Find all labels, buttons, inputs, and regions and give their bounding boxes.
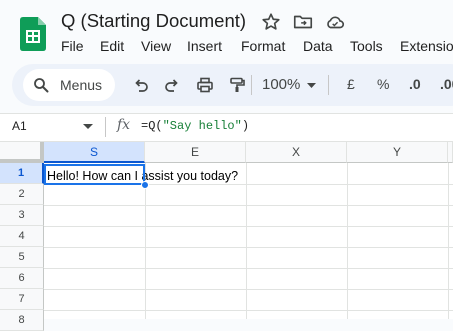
active-cell-selection[interactable] (44, 164, 145, 185)
menu-data[interactable]: Data (303, 38, 333, 54)
row-header-4[interactable]: 4 (0, 226, 44, 247)
name-box[interactable]: A1 (12, 119, 27, 133)
menu-edit[interactable]: Edit (100, 38, 124, 54)
menu-insert[interactable]: Insert (187, 38, 222, 54)
star-icon[interactable] (260, 11, 282, 33)
undo-icon[interactable] (132, 76, 150, 94)
chevron-down-icon[interactable] (307, 83, 316, 89)
grid-line (246, 163, 247, 319)
grid-line (44, 226, 453, 227)
row-header-5[interactable]: 5 (0, 247, 44, 268)
grid-line (44, 247, 453, 248)
paint-format-icon[interactable] (228, 76, 246, 94)
column-header-e[interactable]: E (145, 142, 246, 163)
toolbar-separator (328, 75, 329, 95)
grid-line (44, 268, 453, 269)
menu-extensions[interactable]: Extensions (400, 38, 453, 54)
menu-view[interactable]: View (141, 38, 171, 54)
currency-format-button[interactable]: £ (347, 76, 355, 92)
row-header-7[interactable]: 7 (0, 289, 44, 310)
fill-handle[interactable] (141, 181, 149, 189)
row-header-2[interactable]: 2 (0, 184, 44, 205)
row-header-8[interactable]: 8 (0, 310, 44, 331)
decrease-decimal-button[interactable]: .0 (409, 76, 421, 92)
increase-decimal-button[interactable]: .00 (440, 76, 453, 92)
column-header-y[interactable]: Y (347, 142, 448, 163)
grid-line (44, 310, 453, 311)
search-icon (34, 78, 49, 93)
move-folder-icon[interactable] (292, 11, 314, 33)
formula-input[interactable]: =Q("Say hello") (141, 119, 249, 133)
fx-icon: fx (117, 117, 131, 133)
google-sheets-logo-icon[interactable] (20, 17, 46, 51)
grid-line (44, 205, 453, 206)
zoom-select[interactable]: 100% (262, 76, 300, 93)
redo-icon[interactable] (163, 76, 181, 94)
document-title[interactable]: Q (Starting Document) (61, 10, 246, 32)
menu-file[interactable]: File (61, 38, 84, 54)
search-menus-label: Menus (60, 77, 103, 93)
formula-bar-separator (105, 117, 106, 137)
select-all-corner[interactable] (0, 142, 44, 163)
column-header-s[interactable]: S (44, 142, 145, 163)
column-header-partial[interactable] (448, 142, 453, 163)
print-icon[interactable] (196, 76, 214, 94)
toolbar-separator (251, 75, 252, 95)
grid-line (448, 163, 449, 319)
cloud-saved-icon[interactable] (324, 11, 346, 33)
grid-line (44, 289, 453, 290)
percent-format-button[interactable]: % (377, 76, 389, 92)
menu-tools[interactable]: Tools (350, 38, 383, 54)
column-header-x[interactable]: X (246, 142, 347, 163)
row-header-3[interactable]: 3 (0, 205, 44, 226)
menu-format[interactable]: Format (241, 38, 285, 54)
grid-line (347, 163, 348, 319)
name-box-caret-icon[interactable] (83, 124, 93, 130)
row-header-6[interactable]: 6 (0, 268, 44, 289)
row-header-1[interactable]: 1 (0, 163, 44, 184)
